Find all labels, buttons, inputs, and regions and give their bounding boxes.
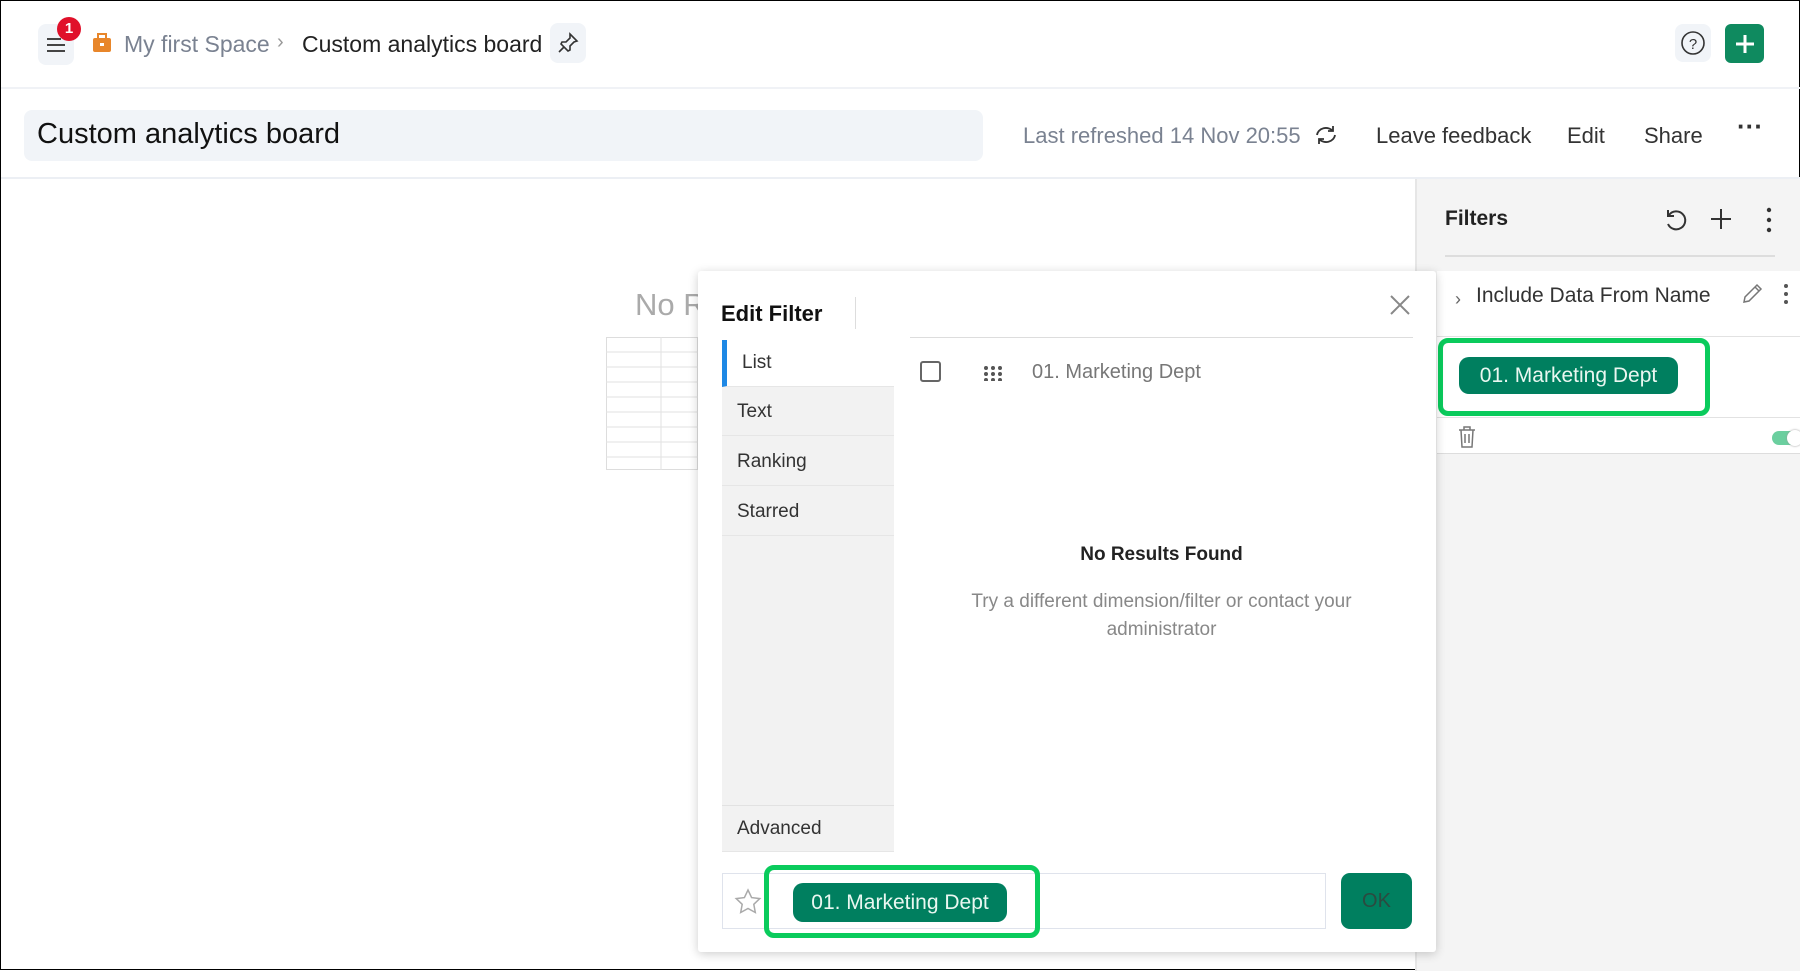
pencil-icon[interactable] [1740, 282, 1764, 306]
help-icon: ? [1681, 31, 1705, 55]
reset-filters-icon[interactable] [1663, 207, 1689, 233]
trash-icon[interactable] [1457, 425, 1477, 449]
board-header: Custom analytics board Last refreshed 14… [1, 89, 1800, 179]
tab-advanced[interactable]: Advanced [722, 805, 894, 852]
tab-list[interactable]: List [722, 340, 894, 387]
add-filter-icon[interactable] [1709, 207, 1733, 231]
star-icon[interactable] [734, 888, 762, 916]
filters-title: Filters [1445, 207, 1509, 230]
tab-text[interactable]: Text [722, 389, 894, 436]
filter-name[interactable]: Include Data From Name [1476, 283, 1726, 309]
help-button[interactable]: ? [1675, 24, 1711, 62]
expand-chevron-icon[interactable]: › [1455, 289, 1461, 310]
pin-icon [558, 32, 579, 53]
background-no-results: No R [635, 287, 706, 322]
filters-panel: Filters › Include Data From Name 01. Mar… [1415, 179, 1800, 971]
list-item-label[interactable]: 01. Marketing Dept [1032, 361, 1201, 384]
filters-menu-icon[interactable] [1766, 207, 1772, 233]
breadcrumb-space[interactable]: My first Space [124, 31, 270, 58]
filter-toggle[interactable] [1772, 430, 1800, 446]
briefcase-icon [93, 33, 111, 52]
no-results-title: No Results Found [1080, 544, 1243, 565]
pin-button[interactable] [550, 23, 586, 63]
selected-filter-chip[interactable]: 01. Marketing Dept [1459, 357, 1678, 394]
last-refreshed: Last refreshed 14 Nov 20:55 [1023, 123, 1301, 148]
plus-icon [1735, 34, 1754, 53]
divider [1445, 255, 1775, 257]
dialog-title: Edit Filter [721, 301, 823, 326]
top-bar: 1 My first Space › Custom analytics boar… [1, 1, 1800, 89]
add-button[interactable] [1725, 24, 1764, 63]
breadcrumb-chevron-icon: › [277, 31, 284, 53]
breadcrumb-current: Custom analytics board [302, 31, 543, 57]
ok-button[interactable]: OK [1341, 873, 1412, 929]
refresh-icon[interactable] [1313, 123, 1339, 147]
share-button[interactable]: Share [1644, 123, 1703, 149]
filter-card-menu-icon[interactable] [1783, 283, 1789, 305]
drag-grid-icon[interactable] [983, 365, 1003, 381]
tab-ranking[interactable]: Ranking [722, 439, 894, 486]
leave-feedback-link[interactable]: Leave feedback [1376, 123, 1531, 149]
no-results-message: Try a different dimension/filter or cont… [971, 591, 1352, 640]
empty-table-illustration [606, 337, 698, 470]
no-results: No Results Found Try a different dimensi… [910, 544, 1413, 644]
notification-badge: 1 [57, 17, 81, 41]
edit-filter-dialog: Edit Filter List Text Ranking Starred Ad… [698, 271, 1436, 952]
filter-card: › Include Data From Name 01. Marketing D… [1437, 271, 1800, 454]
edit-button[interactable]: Edit [1567, 123, 1605, 149]
svg-text:?: ? [1689, 36, 1697, 53]
close-icon[interactable] [1389, 294, 1411, 316]
selected-value-chip[interactable]: 01. Marketing Dept [793, 883, 1007, 922]
list-item-checkbox[interactable] [920, 361, 941, 382]
board-title[interactable]: Custom analytics board [24, 110, 983, 161]
tab-starred[interactable]: Starred [722, 489, 894, 536]
more-options-icon[interactable]: ··· [1737, 111, 1763, 142]
